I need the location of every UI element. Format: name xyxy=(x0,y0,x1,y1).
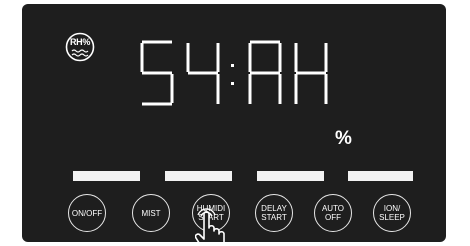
delay-start-label: DELAY START xyxy=(261,204,287,222)
on-off-button[interactable]: ON/OFF xyxy=(68,194,106,232)
level-bar-3 xyxy=(257,171,324,181)
digit-5 xyxy=(140,40,174,106)
humidi-start-button[interactable]: HUMIDI START xyxy=(192,194,230,232)
digit-4 xyxy=(186,43,220,104)
percent-unit: % xyxy=(335,128,352,149)
ion-sleep-label: ION/ SLEEP xyxy=(379,204,405,222)
humidity-icon: RH% xyxy=(65,32,95,62)
auto-off-label: AUTO OFF xyxy=(321,204,345,222)
level-bar-4 xyxy=(348,171,413,181)
letter-a xyxy=(248,40,282,104)
control-panel: RH% % ON/OFF MIST HUMIDI START DELAY STA… xyxy=(22,4,446,242)
auto-off-button[interactable]: AUTO OFF xyxy=(314,194,352,232)
humidity-icon-label: RH% xyxy=(69,37,91,47)
level-bar-1 xyxy=(73,171,140,181)
level-bar-2 xyxy=(165,171,232,181)
humidi-start-label: HUMIDI START xyxy=(196,204,226,222)
mist-button[interactable]: MIST xyxy=(132,194,170,232)
colon xyxy=(231,64,234,85)
mist-label: MIST xyxy=(141,208,161,218)
ion-sleep-button[interactable]: ION/ SLEEP xyxy=(373,194,411,232)
delay-start-button[interactable]: DELAY START xyxy=(255,194,293,232)
on-off-label: ON/OFF xyxy=(71,208,103,218)
letter-h xyxy=(294,43,328,104)
